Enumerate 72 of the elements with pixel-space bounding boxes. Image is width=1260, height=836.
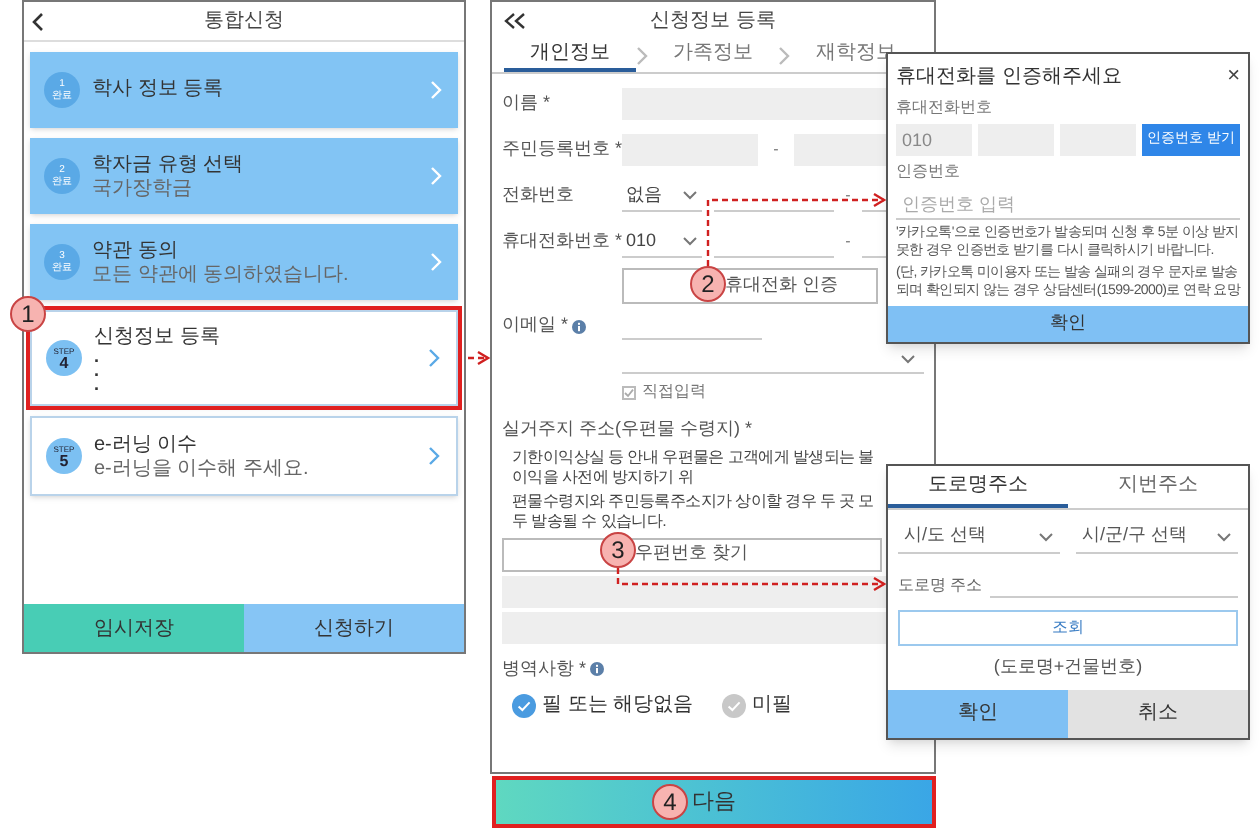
radio-button[interactable] (512, 693, 536, 717)
step-title: e-러닝 이수 (94, 433, 200, 457)
close-button[interactable]: × (1227, 66, 1240, 88)
separator-text: - (843, 184, 853, 208)
separator-text: - (843, 230, 853, 254)
screen-title: 신청정보 등록 (650, 7, 776, 35)
step-subtitle: e-러닝을 이수해 주세요. (94, 457, 311, 479)
chevron-right-icon (430, 166, 442, 186)
bullet-text: . (94, 363, 100, 377)
checkbox[interactable] (622, 385, 636, 399)
radio-label: 미필 (752, 692, 792, 720)
field-label: 휴대전화번호 * (502, 228, 622, 255)
confirm-button[interactable]: 확인 (888, 306, 1248, 342)
notice-text: 편물수령지와 주민등록주소지가 상이할 경우 두 곳 모두 발송될 수 있습니다. (510, 491, 876, 531)
save-draft-button[interactable]: 임시저장 (24, 604, 244, 652)
field-label: 도로명 주소 (898, 574, 983, 598)
select-value: 시/도 선택 (904, 522, 987, 549)
step-number-marker: 1 (10, 296, 46, 332)
tab[interactable]: 지번주소 (1068, 466, 1248, 508)
radio-button[interactable] (722, 693, 746, 717)
chevron-right-icon (635, 45, 648, 65)
dashed-arrow (466, 350, 490, 366)
chevron-right-icon (428, 348, 440, 368)
step-title: 신청정보 등록 (94, 325, 222, 349)
field-label: 병역사항 * (502, 655, 587, 681)
field-label: 인증번호 (896, 160, 960, 184)
field-label: 전화번호 (502, 182, 576, 209)
chevron-down-icon (682, 236, 698, 246)
bullet-text: . (94, 349, 100, 363)
step-subtitle: 국가장학금 (92, 177, 194, 199)
select-value: 010 (626, 227, 657, 254)
confirm-button[interactable]: 확인 (888, 689, 1068, 737)
chevron-right-icon (430, 252, 442, 272)
field-label: 휴대전화번호 (896, 96, 992, 120)
notice-text: 기한이익상실 등 안내 우편물은 고객에게 발생되는 불이익을 사전에 방지하기 위 (510, 447, 876, 487)
select-value: 시/군/구 선택 (1082, 522, 1188, 549)
dialog-title: 휴대전화를 인증해주세요 (896, 64, 1122, 92)
code-input-field[interactable]: 인증번호 입력 (896, 188, 1240, 220)
step-title: 약관 동의 (92, 239, 180, 263)
select-field[interactable]: 없음 (622, 180, 702, 212)
select-field[interactable]: 시/도 선택 (898, 520, 1060, 554)
step-subtitle: 모든 약관에 동의하였습니다. (92, 263, 351, 285)
hint-text: (도로명+건물번호) (993, 654, 1143, 680)
field-label: 실거주지 주소(우편물 수령지) * (502, 416, 752, 442)
tab[interactable]: 가족정보 (647, 38, 779, 72)
field-label: 이름 * (502, 90, 553, 117)
chevron-right-icon (430, 80, 442, 100)
search-button[interactable]: 조회 (898, 610, 1238, 646)
step-title: 학사 정보 등록 (92, 78, 226, 102)
checkbox-label: 직접입력 (642, 380, 706, 404)
tab[interactable]: 개인정보 (504, 38, 636, 72)
screen-title: 통합신청 (204, 8, 284, 36)
select-value: 없음 (626, 181, 662, 208)
chevron-down-icon (1038, 531, 1054, 541)
radio-label: 필 또는 해당없음 (542, 692, 694, 720)
bullet-text: . (94, 377, 100, 391)
select-field[interactable]: 시/군/구 선택 (1076, 520, 1238, 554)
chevron-right-icon (778, 45, 791, 65)
tab[interactable]: 도로명주소 (888, 466, 1068, 508)
separator-text: - (771, 138, 781, 162)
step-title: 학자금 유형 선택 (92, 153, 246, 177)
field-label: 주민등록번호 * (502, 136, 622, 163)
chevron-down-icon (1216, 531, 1232, 541)
chevron-right-icon (428, 446, 440, 466)
select-field[interactable]: 010 (622, 226, 702, 258)
chevron-down-icon (682, 190, 698, 200)
double-back-icon[interactable] (504, 12, 526, 30)
cancel-button[interactable]: 취소 (1068, 689, 1248, 737)
field-label: 이메일 * (502, 312, 569, 339)
back-icon[interactable] (32, 12, 44, 32)
chevron-down-icon (900, 354, 916, 364)
apply-button[interactable]: 신청하기 (244, 604, 464, 652)
